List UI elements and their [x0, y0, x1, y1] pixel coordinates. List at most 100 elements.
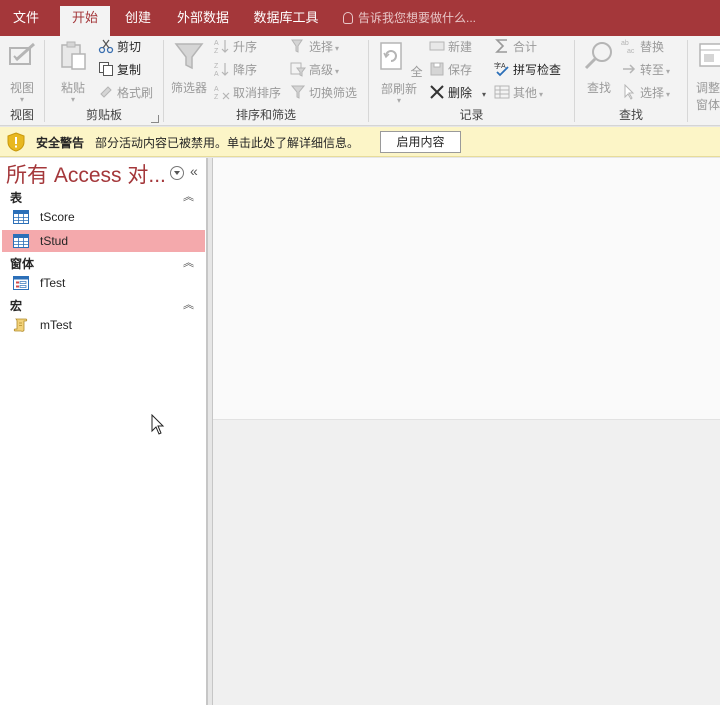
- nav-item-label: tStud: [40, 234, 69, 248]
- save-record-label: 保存: [448, 63, 473, 77]
- group-label-sort-filter: 排序和筛选: [235, 108, 296, 122]
- clear-sort-icon: A Z: [214, 86, 230, 100]
- tab-create[interactable]: 创建: [114, 6, 162, 36]
- nav-category-macros[interactable]: 宏 ︽: [0, 295, 207, 315]
- tell-me-text: 告诉我您想要做什么...: [358, 11, 477, 25]
- svg-text:ab: ab: [621, 40, 629, 47]
- nav-item-tscore[interactable]: tScore: [2, 206, 205, 228]
- enable-content-button[interactable]: 启用内容: [380, 131, 461, 153]
- select-button[interactable]: 选择 ▾: [621, 83, 670, 103]
- filter-button[interactable]: 筛选器: [168, 40, 210, 96]
- ribbon: 视图 ▾ 视图 粘贴 ▾ 剪切 复制 格式刷 剪贴板 筛选器 A Z 升序 Z …: [0, 36, 720, 126]
- chevron-down-icon: ▾: [482, 90, 487, 99]
- group-window: 调整 窗体大: [688, 36, 720, 126]
- group-label-records: 记录: [459, 108, 484, 122]
- paste-label: 粘贴: [60, 81, 85, 95]
- new-record-button[interactable]: 新建: [429, 37, 472, 57]
- toggle-filter-button[interactable]: 切换筛选: [290, 83, 357, 103]
- sort-descending-label: 降序: [233, 63, 258, 77]
- nav-pane-header[interactable]: 所有 Access 对... «: [0, 158, 207, 188]
- table-icon: [13, 234, 29, 248]
- resize-label-2: 窗体大: [696, 98, 720, 112]
- refresh-icon: [380, 42, 403, 70]
- chevron-down-icon: ▾: [666, 90, 671, 99]
- collapse-pane-icon[interactable]: «: [190, 163, 198, 179]
- totals-label: 合计: [513, 40, 538, 54]
- refresh-all-button[interactable]: 全部刷新 ▾: [373, 40, 425, 105]
- tab-external-data[interactable]: 外部数据: [168, 6, 238, 36]
- category-label: 窗体: [10, 257, 35, 271]
- svg-text:A: A: [214, 40, 219, 47]
- resize-window-button[interactable]: 调整 窗体大: [696, 40, 720, 113]
- copy-label: 复制: [117, 63, 142, 77]
- collapse-category-icon[interactable]: ︽: [183, 188, 194, 204]
- chevron-down-icon: ▾: [396, 96, 401, 105]
- nav-pane-title[interactable]: 所有 Access 对...: [6, 159, 166, 189]
- nav-item-label: fTest: [40, 276, 66, 290]
- replace-button[interactable]: ab ac 替换: [621, 37, 664, 57]
- group-view: 视图 ▾ 视图: [0, 36, 44, 126]
- group-label-find: 查找: [618, 108, 643, 122]
- collapse-category-icon[interactable]: ︽: [183, 254, 194, 270]
- tell-me-search[interactable]: 告诉我您想要做什么...: [343, 6, 476, 30]
- cut-label: 剪切: [117, 40, 142, 54]
- find-button[interactable]: 查找: [581, 40, 617, 96]
- goto-button[interactable]: 转至 ▾: [621, 60, 670, 80]
- more-grid-icon: [494, 85, 510, 99]
- totals-button[interactable]: 合计: [494, 37, 537, 57]
- selection-filter-button[interactable]: 选择 ▾: [290, 37, 339, 57]
- copy-icon: [99, 62, 113, 76]
- nav-menu-chevron-icon[interactable]: [170, 166, 184, 180]
- lightbulb-icon: [343, 12, 353, 24]
- more-records-button[interactable]: 其他 ▾: [494, 83, 543, 103]
- nav-category-forms[interactable]: 窗体 ︽: [0, 253, 207, 273]
- sort-descending-icon: Z A: [214, 63, 229, 77]
- select-label: 选择: [640, 86, 665, 100]
- table-icon: [13, 210, 29, 224]
- selection-filter-label: 选择: [309, 40, 334, 54]
- collapse-category-icon[interactable]: ︽: [183, 296, 194, 312]
- tab-file[interactable]: 文件: [0, 6, 52, 36]
- dialog-launcher-icon[interactable]: [151, 115, 159, 123]
- nav-item-tstud[interactable]: tStud: [2, 230, 205, 252]
- nav-item-ftest[interactable]: fTest: [2, 272, 205, 294]
- svg-text:A: A: [214, 86, 219, 93]
- advanced-filter-button[interactable]: 高级 ▾: [290, 60, 339, 80]
- format-painter-label: 格式刷: [117, 86, 154, 100]
- category-label: 宏: [10, 299, 23, 313]
- security-warning-message[interactable]: 部分活动内容已被禁用。单击此处了解详细信息。: [95, 134, 359, 151]
- save-icon: [430, 62, 444, 76]
- sort-descending-button[interactable]: Z A 降序: [214, 60, 257, 80]
- svg-text:ac: ac: [627, 48, 635, 54]
- spelling-button[interactable]: 字A 拼写检查: [494, 60, 561, 80]
- format-painter-button[interactable]: 格式刷: [98, 83, 153, 103]
- tab-home[interactable]: 开始: [60, 6, 110, 36]
- copy-button[interactable]: 复制: [98, 60, 141, 80]
- clear-sort-button[interactable]: A Z 取消排序: [214, 83, 281, 103]
- nav-category-tables[interactable]: 表 ︽: [0, 187, 207, 207]
- sort-ascending-button[interactable]: A Z 升序: [214, 37, 257, 57]
- paste-icon: [61, 41, 86, 70]
- delete-record-button[interactable]: 删除 ▾: [429, 83, 486, 103]
- group-records: 全部刷新 ▾ 新建 保存 删除 ▾ 合计 字A 拼写检查 其他 ▾ 记录: [369, 36, 574, 126]
- cut-button[interactable]: 剪切: [98, 37, 141, 57]
- paste-button[interactable]: 粘贴 ▾: [55, 40, 91, 104]
- chevron-down-icon: ▾: [335, 67, 340, 76]
- save-record-button[interactable]: 保存: [429, 60, 472, 80]
- chevron-down-icon: ▾: [666, 67, 671, 76]
- delete-x-icon: [430, 85, 444, 99]
- view-button[interactable]: 视图 ▾: [4, 40, 40, 104]
- nav-item-mtest[interactable]: mTest: [2, 314, 205, 336]
- format-painter-icon: [100, 86, 112, 98]
- toggle-filter-icon: [290, 85, 306, 99]
- toggle-filter-label: 切换筛选: [309, 86, 358, 100]
- find-label: 查找: [586, 81, 611, 95]
- funnel-icon: [174, 43, 204, 70]
- tab-database-tools[interactable]: 数据库工具: [246, 6, 326, 36]
- arrow-right-icon: [623, 64, 636, 74]
- category-label: 表: [10, 191, 23, 205]
- goto-label: 转至: [640, 63, 665, 77]
- svg-text:Z: Z: [214, 48, 219, 54]
- scissors-icon: [98, 39, 114, 54]
- advanced-filter-icon: [290, 62, 306, 77]
